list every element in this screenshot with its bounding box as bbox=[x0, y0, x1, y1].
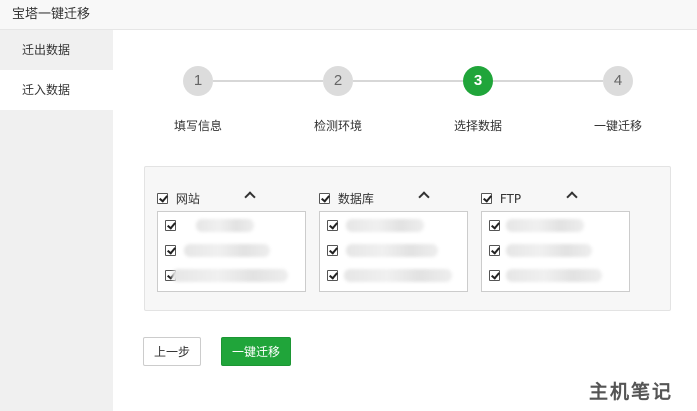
list-item bbox=[482, 263, 629, 287]
ftp-item-checkbox[interactable] bbox=[489, 220, 500, 231]
database-column: 数据库 bbox=[319, 187, 468, 292]
list-item bbox=[320, 213, 467, 237]
sidebar-item-export[interactable]: 迁出数据 bbox=[0, 30, 113, 70]
database-collapse-icon[interactable] bbox=[419, 189, 431, 201]
step-4-label: 一键迁移 bbox=[593, 119, 642, 133]
ftp-list[interactable] bbox=[481, 211, 630, 292]
list-item bbox=[320, 263, 467, 287]
ftp-item-checkbox[interactable] bbox=[489, 245, 500, 256]
step-connector bbox=[353, 80, 463, 82]
sidebar-item-import[interactable]: 迁入数据 bbox=[0, 70, 113, 110]
redacted-text bbox=[184, 244, 270, 257]
database-list[interactable] bbox=[319, 211, 468, 292]
sidebar-item-label: 迁入数据 bbox=[22, 83, 71, 97]
database-column-title: 数据库 bbox=[337, 191, 374, 206]
list-item bbox=[320, 238, 467, 262]
one-click-migrate-button[interactable]: 一键迁移 bbox=[221, 337, 291, 366]
database-item-checkbox[interactable] bbox=[327, 220, 338, 231]
redacted-text bbox=[344, 269, 452, 282]
watermark: 主机笔记 bbox=[589, 381, 674, 403]
redacted-text bbox=[346, 219, 424, 232]
list-item bbox=[482, 213, 629, 237]
main-content: 1 2 3 4 填写信息 检测环境 选择数据 一键迁移 网站 数据库 FTP 上… bbox=[113, 30, 697, 411]
ftp-select-all-checkbox[interactable] bbox=[481, 193, 492, 204]
website-collapse-icon[interactable] bbox=[245, 189, 257, 201]
sidebar: 迁出数据 迁入数据 bbox=[0, 30, 113, 411]
step-3-circle: 3 bbox=[463, 66, 493, 96]
step-progress: 1 2 3 4 填写信息 检测环境 选择数据 一键迁移 bbox=[113, 30, 697, 140]
step-connector bbox=[493, 80, 603, 82]
redacted-text bbox=[346, 244, 438, 257]
ftp-column-header: FTP bbox=[481, 187, 630, 209]
redacted-text bbox=[506, 244, 592, 257]
database-item-checkbox[interactable] bbox=[327, 270, 338, 281]
website-list[interactable] bbox=[157, 211, 306, 292]
step-2-label: 检测环境 bbox=[313, 119, 362, 133]
redacted-text bbox=[506, 219, 584, 232]
ftp-item-checkbox[interactable] bbox=[489, 270, 500, 281]
sidebar-item-label: 迁出数据 bbox=[22, 43, 71, 57]
website-column-title: 网站 bbox=[175, 191, 200, 206]
step-1-label: 填写信息 bbox=[173, 119, 222, 133]
data-selection-panel: 网站 数据库 FTP bbox=[144, 166, 671, 311]
list-item bbox=[482, 238, 629, 262]
step-connector bbox=[213, 80, 323, 82]
website-select-all-checkbox[interactable] bbox=[157, 193, 168, 204]
database-select-all-checkbox[interactable] bbox=[319, 193, 330, 204]
database-item-checkbox[interactable] bbox=[327, 245, 338, 256]
step-1-circle: 1 bbox=[183, 66, 213, 96]
ftp-collapse-icon[interactable] bbox=[567, 189, 579, 201]
website-column: 网站 bbox=[157, 187, 306, 292]
list-item bbox=[158, 238, 305, 262]
step-2-circle: 2 bbox=[323, 66, 353, 96]
redacted-text bbox=[196, 219, 254, 232]
website-item-checkbox[interactable] bbox=[165, 245, 176, 256]
website-column-header: 网站 bbox=[157, 187, 306, 209]
list-item bbox=[158, 213, 305, 237]
window-title: 宝塔一键迁移 bbox=[0, 0, 697, 30]
previous-step-button[interactable]: 上一步 bbox=[143, 337, 201, 366]
redacted-text bbox=[172, 269, 288, 282]
step-3-label: 选择数据 bbox=[453, 119, 502, 133]
list-item bbox=[158, 263, 305, 287]
ftp-column-title: FTP bbox=[499, 191, 522, 206]
redacted-text bbox=[506, 269, 602, 282]
website-item-checkbox[interactable] bbox=[165, 220, 176, 231]
database-column-header: 数据库 bbox=[319, 187, 468, 209]
step-4-circle: 4 bbox=[603, 66, 633, 96]
ftp-column: FTP bbox=[481, 187, 630, 292]
